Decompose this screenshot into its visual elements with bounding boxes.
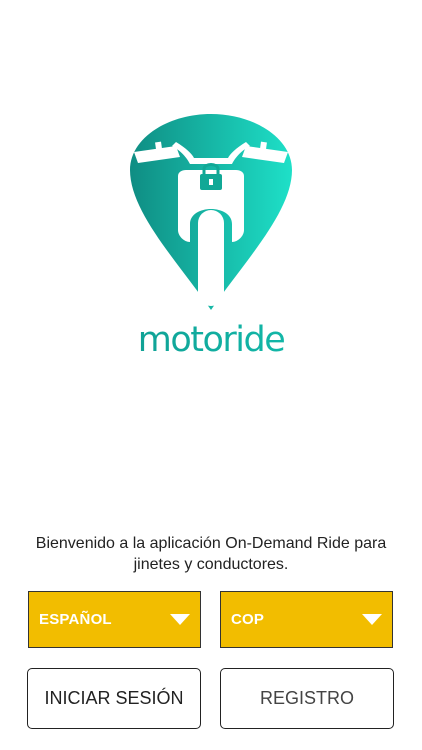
language-select-value: ESPAÑOL xyxy=(39,611,112,628)
welcome-message: Bienvenido a la aplicación On-Demand Rid… xyxy=(35,535,387,573)
login-button[interactable]: INICIAR SESIÓN xyxy=(27,668,201,729)
brand-wordmark: motoride xyxy=(0,318,422,362)
language-select[interactable]: ESPAÑOL xyxy=(28,591,201,648)
motorcycle-pin-icon xyxy=(130,114,292,310)
currency-select-value: COP xyxy=(231,611,265,628)
currency-select[interactable]: COP xyxy=(220,591,393,648)
caret-down-icon xyxy=(170,614,190,625)
register-button[interactable]: REGISTRO xyxy=(220,668,394,729)
caret-down-icon xyxy=(362,614,382,625)
app-logo xyxy=(128,112,294,312)
